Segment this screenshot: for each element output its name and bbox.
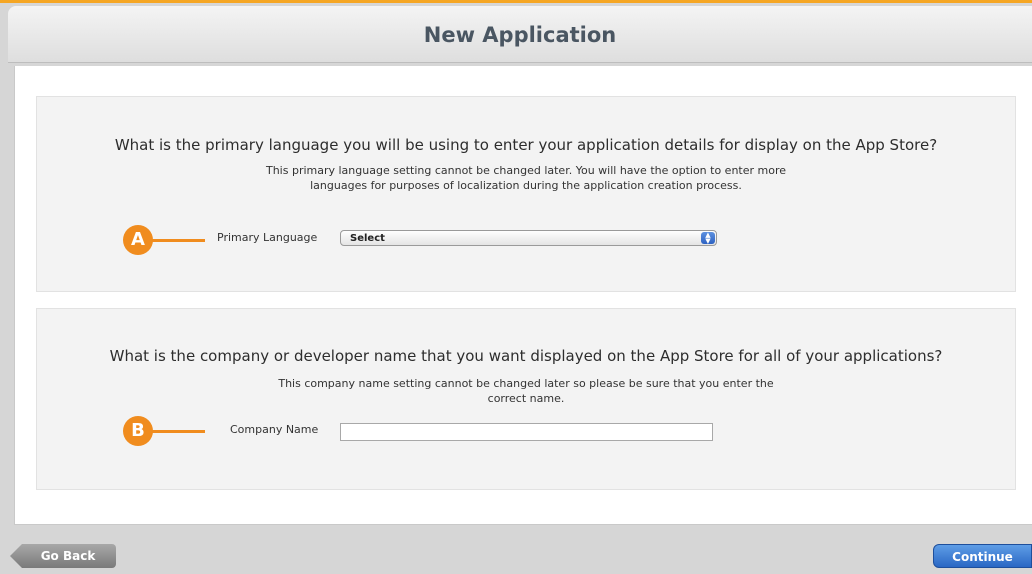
company-note: This company name setting cannot be chan… bbox=[278, 377, 774, 405]
company-name-input[interactable] bbox=[340, 423, 713, 441]
marker-a-icon: A bbox=[123, 225, 153, 255]
marker-a-line bbox=[151, 239, 205, 242]
title-bar: New Application bbox=[8, 6, 1032, 63]
primary-language-select-value: Select bbox=[350, 233, 385, 244]
main-content: What is the primary language you will be… bbox=[14, 66, 1032, 525]
marker-b-icon: B bbox=[123, 416, 153, 446]
primary-language-label: Primary Language bbox=[217, 231, 318, 244]
go-back-button[interactable]: Go Back bbox=[10, 544, 116, 568]
company-name-panel: What is the company or developer name th… bbox=[36, 308, 1016, 490]
primary-language-select[interactable]: Select ▲ ▼ bbox=[340, 230, 717, 246]
up-down-arrows-icon: ▲ ▼ bbox=[701, 232, 715, 245]
app-frame: New Application What is the primary lang… bbox=[0, 0, 1032, 574]
marker-b-line bbox=[151, 430, 205, 433]
language-note: This primary language setting cannot be … bbox=[265, 164, 787, 192]
company-name-label: Company Name bbox=[230, 423, 319, 436]
company-question: What is the company or developer name th… bbox=[109, 347, 943, 365]
primary-language-panel: What is the primary language you will be… bbox=[36, 96, 1016, 292]
page-title: New Application bbox=[423, 23, 617, 47]
continue-button[interactable]: Continue bbox=[933, 544, 1032, 568]
language-question: What is the primary language you will be… bbox=[114, 136, 938, 154]
